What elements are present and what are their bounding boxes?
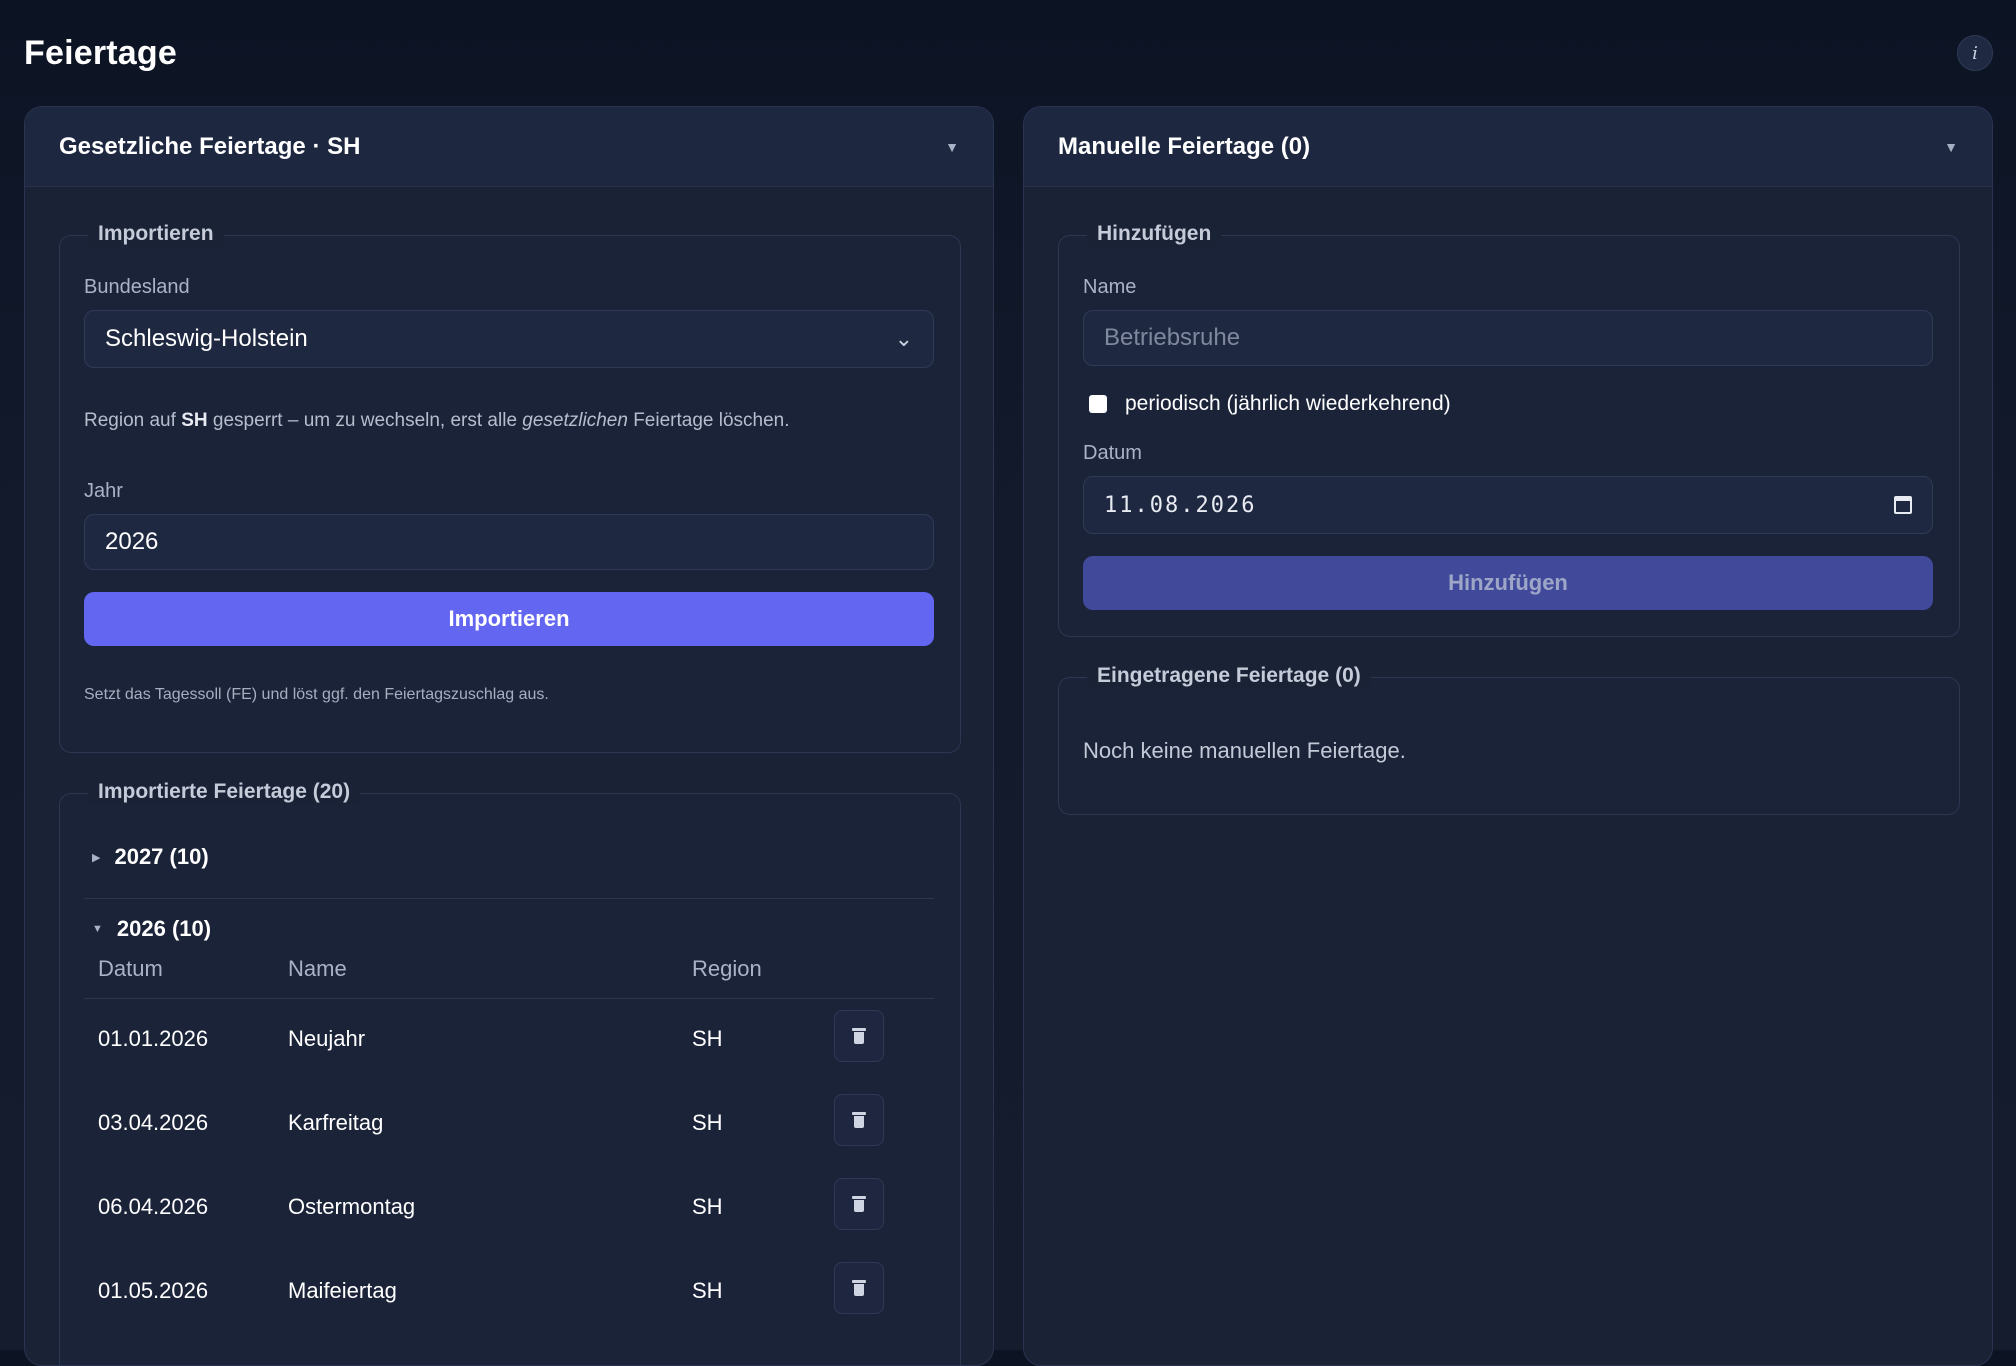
table-header-divider [84,998,934,999]
delete-button[interactable] [834,1010,884,1062]
info-icon[interactable]: i [1957,35,1993,71]
row-name: Karfreitag [288,1110,384,1135]
date-input-value: 11.08.2026 [1104,492,1257,518]
import-footnote: Setzt das Tagessoll (FE) und löst ggf. d… [84,686,549,703]
trash-icon [852,1028,866,1044]
delete-button[interactable] [834,1094,884,1146]
periodic-checkbox[interactable] [1089,395,1107,413]
divider [84,898,934,899]
year-input-value: 2026 [105,528,159,555]
legal-holidays-title: Gesetzliche Feiertage · SH [59,132,361,160]
row-date: 03.04.2026 [98,1110,209,1135]
row-region: SH [692,1278,723,1303]
imported-holidays-group: Importierte Feiertage (20) ▶ 2027 (10) ▼… [59,780,961,1365]
manual-holidays-card: Manuelle Feiertage (0) ▼ Hinzufügen Name… [1023,106,1993,1366]
entries-group: Eingetragene Feiertage (0) Noch keine ma… [1058,664,1960,815]
row-date: 01.05.2026 [98,1278,209,1303]
row-region: SH [692,1194,723,1219]
column-header-region: Region [692,956,762,981]
trash-icon [852,1280,866,1296]
row-region: SH [692,1026,723,1051]
caret-right-icon: ▶ [92,851,101,864]
column-header-date: Datum [98,956,163,981]
row-name: Neujahr [288,1026,366,1051]
imported-legend: Importierte Feiertage (20) [88,780,361,804]
year-toggle-2026[interactable]: ▼ 2026 (10) [84,900,934,958]
state-label: Bundesland [84,276,190,298]
caret-down-icon: ▼ [92,923,103,935]
year-toggle-2027[interactable]: ▶ 2027 (10) [84,828,934,886]
row-date: 06.04.2026 [98,1194,209,1219]
name-label: Name [1083,276,1137,298]
name-input[interactable]: Betriebsruhe [1083,310,1933,366]
legal-holidays-header[interactable]: Gesetzliche Feiertage · SH ▼ [25,107,993,187]
chevron-down-icon: ⌄ [894,326,913,351]
manual-holidays-title: Manuelle Feiertage (0) [1058,132,1311,160]
add-button[interactable]: Hinzufügen [1083,556,1933,610]
year-toggle-label: 2026 (10) [116,916,212,941]
row-region: SH [692,1110,723,1135]
entries-legend: Eingetragene Feiertage (0) [1087,664,1371,688]
year-toggle-label: 2027 (10) [114,844,209,869]
year-input[interactable]: 2026 [84,514,934,570]
manual-holidays-header[interactable]: Manuelle Feiertage (0) ▼ [1024,107,1992,187]
row-name: Maifeiertag [288,1278,397,1303]
import-legend: Importieren [88,222,224,246]
state-select[interactable]: Schleswig-Holstein ⌄ [84,310,934,368]
state-select-value: Schleswig-Holstein [105,325,308,352]
year-label: Jahr [84,480,123,502]
trash-icon [852,1196,866,1212]
region-lock-note: Region auf SH gesperrt – um zu wechseln,… [84,410,790,431]
calendar-icon[interactable] [1894,496,1912,514]
import-group: Importieren Bundesland Schleswig-Holstei… [59,222,961,753]
page-title: Feiertage [24,34,177,72]
empty-state-text: Noch keine manuellen Feiertage. [1083,738,1406,763]
legal-holidays-card: Gesetzliche Feiertage · SH ▼ Importieren… [24,106,994,1366]
periodic-label: periodisch (jährlich wiederkehrend) [1125,392,1451,415]
add-legend: Hinzufügen [1087,222,1222,246]
column-header-name: Name [288,956,347,981]
import-button[interactable]: Importieren [84,592,934,646]
trash-icon [852,1112,866,1128]
row-date: 01.01.2026 [98,1026,209,1051]
name-input-placeholder: Betriebsruhe [1104,324,1241,351]
date-input[interactable]: 11.08.2026 [1083,476,1933,534]
periodic-checkbox-row[interactable]: periodisch (jährlich wiederkehrend) [1089,392,1451,416]
collapse-caret-icon[interactable]: ▼ [945,139,959,155]
delete-button[interactable] [834,1178,884,1230]
date-label: Datum [1083,442,1142,464]
add-holiday-group: Hinzufügen Name Betriebsruhe periodisch … [1058,222,1960,637]
delete-button[interactable] [834,1262,884,1314]
row-name: Ostermontag [288,1194,416,1219]
collapse-caret-icon[interactable]: ▼ [1944,139,1958,155]
